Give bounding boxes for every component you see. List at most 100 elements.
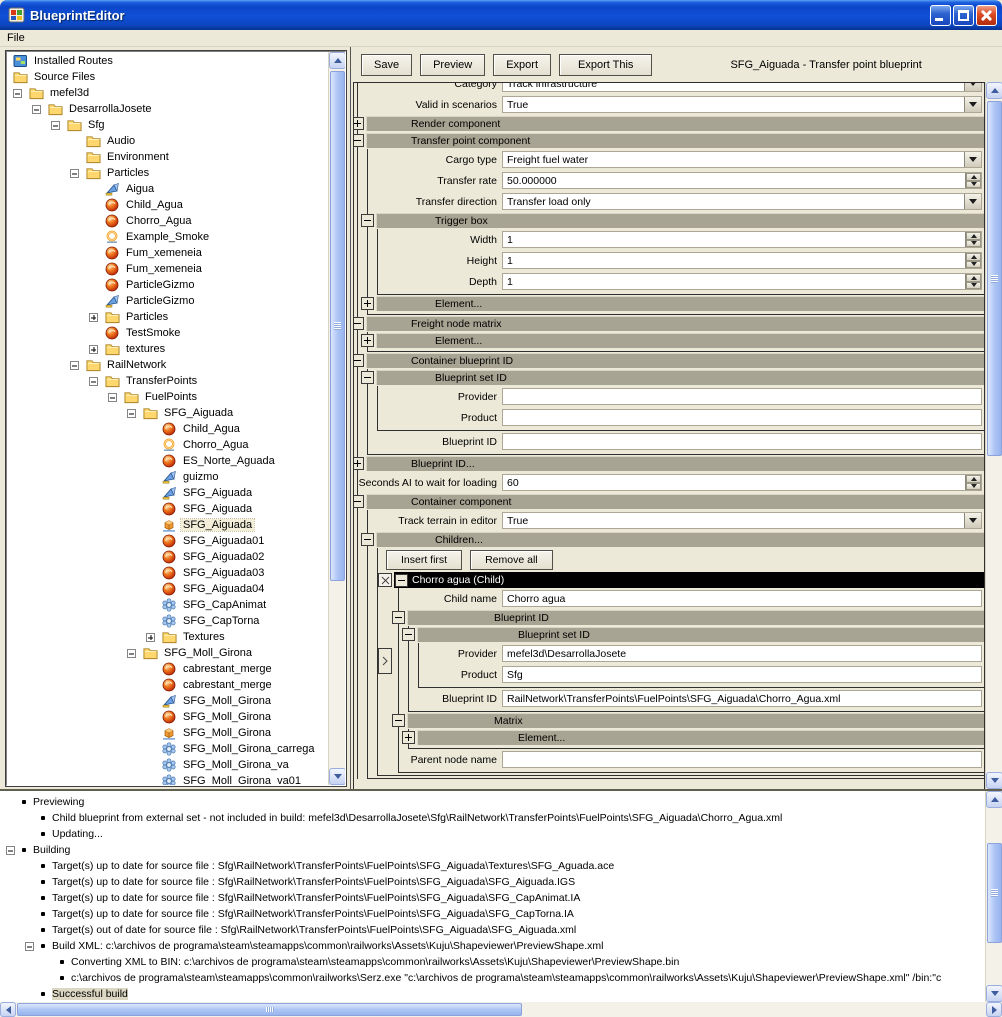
tree-item[interactable]: DesarrollaJosete	[7, 101, 327, 117]
log-line[interactable]: Target(s) up to date for source file : S…	[0, 906, 1002, 922]
section-header-bar[interactable]: Container component	[366, 494, 984, 509]
collapse-expander-icon[interactable]	[32, 105, 41, 114]
collapse-expander-icon[interactable]	[127, 409, 136, 418]
expand-expander-icon[interactable]	[89, 313, 98, 322]
tree-item[interactable]: ParticleGizmo	[7, 277, 327, 293]
tree-item[interactable]: Particles	[7, 309, 327, 325]
log-line[interactable]: c:\archivos de programa\steam\steamapps\…	[0, 970, 1002, 986]
combo-field[interactable]: True	[502, 512, 982, 529]
log-line[interactable]: Converting XML to BIN: c:\archivos de pr…	[0, 954, 1002, 970]
tree-item[interactable]: Chorro_Agua	[7, 213, 327, 229]
text-field[interactable]	[502, 388, 982, 405]
tree-item[interactable]: Sfg	[7, 117, 327, 133]
text-field[interactable]	[502, 409, 982, 426]
section-header-bar[interactable]: Container blueprint ID	[366, 353, 984, 368]
tree-item[interactable]: cabrestant_merge	[7, 677, 327, 693]
tree-item[interactable]: Fum_xemeneia	[7, 261, 327, 277]
expand-section-button[interactable]	[353, 457, 364, 470]
maximize-button[interactable]	[953, 5, 974, 26]
tree-item[interactable]: SFG_Aiguada	[7, 501, 327, 517]
collapse-section-button[interactable]	[392, 714, 405, 727]
preview-button[interactable]: Preview	[420, 54, 485, 76]
remove-all-button[interactable]: Remove all	[470, 550, 553, 570]
log-line[interactable]: Build XML: c:\archivos de programa\steam…	[0, 938, 1002, 954]
collapse-expander-icon[interactable]	[13, 89, 22, 98]
tree-item[interactable]: SFG_Aiguada	[7, 405, 327, 421]
section-header-bar[interactable]: Freight node matrix	[366, 316, 984, 331]
spinner-up-button[interactable]	[966, 232, 981, 240]
log-line[interactable]: Target(s) out of date for source file : …	[0, 922, 1002, 938]
tree-item[interactable]: SFG_Aiguada02	[7, 549, 327, 565]
spinner-down-button[interactable]	[966, 240, 981, 248]
combo-arrow-button[interactable]	[964, 513, 981, 528]
text-field[interactable]: mefel3d\DesarrollaJosete	[502, 645, 982, 662]
log-line[interactable]: Previewing	[0, 794, 1002, 810]
spinner-down-button[interactable]	[966, 483, 981, 491]
tree-item[interactable]: Fum_xemeneia	[7, 245, 327, 261]
collapse-expander-icon[interactable]	[108, 393, 117, 402]
combo-field[interactable]: Freight fuel water	[502, 151, 982, 168]
tree-item[interactable]: cabrestant_merge	[7, 661, 327, 677]
combo-field[interactable]: Transfer load only	[502, 193, 982, 210]
tree-item[interactable]: SFG_Aiguada	[7, 517, 327, 533]
tree-item[interactable]: SFG_Moll_Girona_carrega	[7, 741, 327, 757]
collapse-expander-icon[interactable]	[127, 649, 136, 658]
scrollbar-thumb[interactable]	[17, 1003, 522, 1016]
tree-scrollbar[interactable]	[328, 52, 345, 785]
collapse-section-button[interactable]	[361, 371, 374, 384]
tree-item[interactable]: SFG_Aiguada03	[7, 565, 327, 581]
section-header-bar[interactable]: Children...	[376, 532, 984, 547]
section-header-bar[interactable]: Element...	[417, 730, 984, 745]
tree-item[interactable]: Chorro_Agua	[7, 437, 327, 453]
expand-section-button[interactable]	[361, 334, 374, 347]
number-field[interactable]: 1	[502, 252, 982, 269]
combo-arrow-button[interactable]	[964, 97, 981, 112]
expand-expander-icon[interactable]	[146, 633, 155, 642]
section-header-bar[interactable]: Blueprint set ID	[376, 370, 984, 385]
tree-item[interactable]: mefel3d	[7, 85, 327, 101]
tree-item[interactable]: SFG_Moll_Girona	[7, 709, 327, 725]
tree-item[interactable]: SFG_CapAnimat	[7, 597, 327, 613]
tree-item[interactable]: Textures	[7, 629, 327, 645]
scroll-down-button[interactable]	[986, 772, 1002, 789]
tree-item[interactable]: SFG_Moll_Girona	[7, 693, 327, 709]
horizontal-scrollbar[interactable]	[0, 1002, 1002, 1017]
close-button[interactable]	[976, 5, 997, 26]
text-field[interactable]: Chorro agua	[502, 590, 982, 607]
scroll-up-button[interactable]	[986, 82, 1002, 99]
spinner-up-button[interactable]	[966, 274, 981, 282]
collapse-expander-icon[interactable]	[25, 942, 34, 951]
tree-item[interactable]: SFG_Moll_Girona	[7, 725, 327, 741]
scrollbar-thumb[interactable]	[987, 101, 1002, 456]
collapse-expander-icon[interactable]	[6, 846, 15, 855]
child-handle-button[interactable]	[378, 648, 392, 674]
text-field[interactable]	[502, 433, 982, 450]
text-field[interactable]: Sfg	[502, 666, 982, 683]
tree-item[interactable]: SFG_Moll_Girona_va01	[7, 773, 327, 786]
tree-item[interactable]: SFG_Aiguada	[7, 485, 327, 501]
menu-item-file[interactable]: File	[0, 31, 32, 45]
combo-field[interactable]: Track infrastructure	[502, 82, 982, 92]
collapse-expander-icon[interactable]	[51, 121, 60, 130]
tree-item[interactable]: Example_Smoke	[7, 229, 327, 245]
spinner-down-button[interactable]	[966, 181, 981, 189]
spinner-down-button[interactable]	[966, 282, 981, 290]
section-header-bar[interactable]: Matrix	[407, 713, 984, 728]
tree-item[interactable]: Aigua	[7, 181, 327, 197]
tree-item[interactable]: Particles	[7, 165, 327, 181]
tree-item[interactable]: TestSmoke	[7, 325, 327, 341]
tree-item[interactable]: SFG_Moll_Girona_va	[7, 757, 327, 773]
tree-item[interactable]: RailNetwork	[7, 357, 327, 373]
section-header-bar[interactable]: Blueprint set ID	[417, 627, 984, 642]
tree-item[interactable]: SFG_CapTorna	[7, 613, 327, 629]
spinner-up-button[interactable]	[966, 173, 981, 181]
tree-item[interactable]: FuelPoints	[7, 389, 327, 405]
number-field[interactable]: 1	[502, 231, 982, 248]
tree-item[interactable]: Child_Agua	[7, 197, 327, 213]
tree-item[interactable]: Source Files	[7, 69, 327, 85]
scrollbar-thumb[interactable]	[330, 71, 345, 581]
insert-first-button[interactable]: Insert first	[386, 550, 462, 570]
section-header-bar[interactable]: Blueprint ID...	[366, 456, 984, 471]
collapse-section-button[interactable]	[392, 611, 405, 624]
tree-item[interactable]: Child_Agua	[7, 421, 327, 437]
